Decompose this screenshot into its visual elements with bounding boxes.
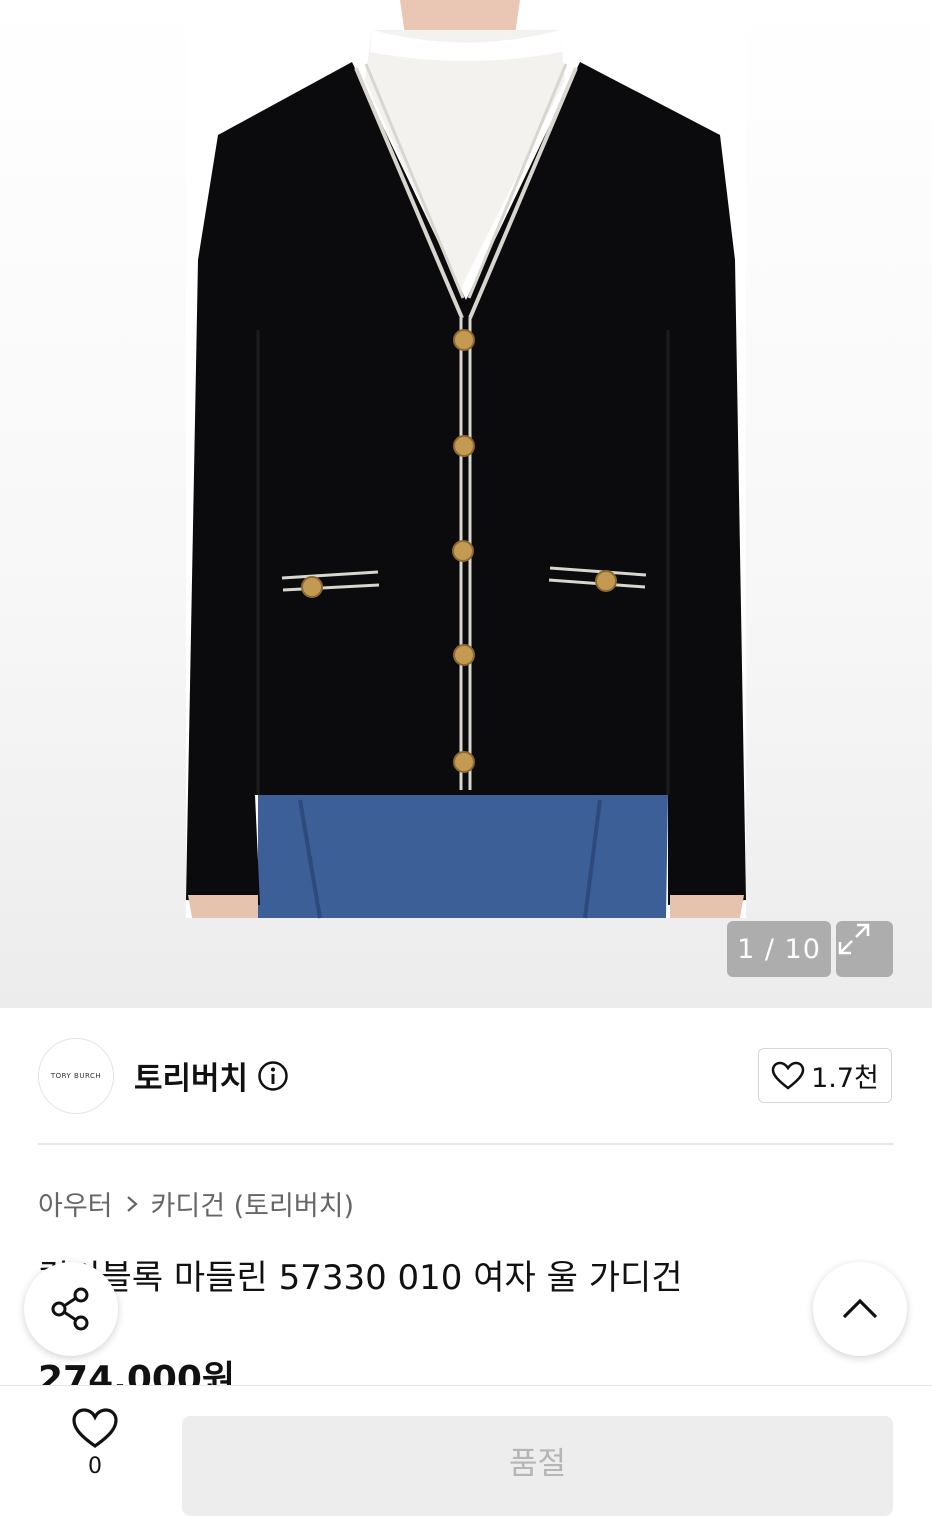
image-counter: 1 / 10 xyxy=(727,921,831,977)
breadcrumb: 아우터 카디건 (토리버치) xyxy=(38,1184,354,1223)
wishlist-button[interactable]: 0 xyxy=(58,1408,132,1479)
expand-icon xyxy=(838,923,870,955)
chevron-up-icon xyxy=(842,1298,878,1319)
soldout-button[interactable]: 품절 xyxy=(182,1416,893,1516)
brand-like-button[interactable]: 1.7천 xyxy=(758,1048,892,1103)
scroll-top-button[interactable] xyxy=(813,1262,907,1356)
product-photo xyxy=(186,0,746,919)
brand-row: TORY BURCH 토리버치 1.7천 xyxy=(0,1008,932,1145)
divider xyxy=(38,1143,894,1145)
chevron-right-icon xyxy=(126,1195,138,1212)
wishlist-count: 0 xyxy=(88,1454,102,1479)
bottom-action-bar: 0 품절 xyxy=(0,1385,932,1516)
heart-icon xyxy=(771,1061,805,1090)
brand-like-count: 1.7천 xyxy=(811,1063,879,1094)
breadcrumb-subcategory[interactable]: 카디건 (토리버치) xyxy=(151,1184,355,1223)
share-button[interactable] xyxy=(24,1262,118,1356)
product-image-gallery[interactable]: 1 / 10 xyxy=(0,0,932,1008)
expand-image-button[interactable] xyxy=(836,921,893,977)
info-icon[interactable] xyxy=(257,1060,289,1092)
brand-logo-text: TORY BURCH xyxy=(50,1072,102,1080)
heart-icon xyxy=(72,1408,118,1448)
brand-name[interactable]: 토리버치 xyxy=(134,1053,248,1098)
product-title: 컬러블록 마들린 57330 010 여자 울 가디건 xyxy=(38,1258,683,1298)
share-icon xyxy=(51,1287,89,1331)
brand-logo[interactable]: TORY BURCH xyxy=(38,1038,114,1114)
breadcrumb-category[interactable]: 아우터 xyxy=(38,1184,113,1223)
